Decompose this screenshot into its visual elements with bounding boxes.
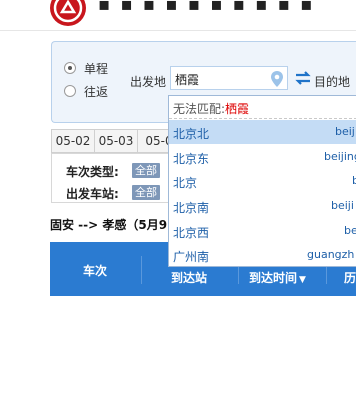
suggestion-item[interactable]: 北京 b xyxy=(169,169,356,193)
trip-roundtrip-label[interactable]: 往返 xyxy=(84,83,108,100)
date-tab[interactable]: 05-03 xyxy=(94,129,138,153)
suggestion-pinyin: be xyxy=(344,224,356,237)
date-tab[interactable]: 05-02 xyxy=(51,129,95,153)
to-station-label: 目的地 xyxy=(314,75,351,89)
sort-down-icon[interactable]: ▼ xyxy=(299,275,306,285)
dropdown-divider xyxy=(169,118,356,119)
suggestion-pinyin: b xyxy=(352,174,356,187)
suggestion-item[interactable]: 广州南 guangzh xyxy=(169,243,356,266)
suggestion-name: 北京西 xyxy=(173,226,210,240)
no-match-prefix: 无法匹配: xyxy=(173,102,226,116)
col-arrive-station[interactable]: 到达站 xyxy=(171,269,207,286)
no-match-keyword: 栖霞 xyxy=(225,102,250,116)
suggestion-pinyin: beijing xyxy=(324,150,356,163)
no-match-message: 无法匹配:栖霞 xyxy=(173,100,249,117)
suggestion-pinyin: beiji xyxy=(331,199,354,212)
swap-stations-icon[interactable] xyxy=(294,70,312,86)
suggestion-pinyin: guangzh xyxy=(307,248,355,261)
col-train-number[interactable]: 车次 xyxy=(83,262,107,279)
suggestion-item[interactable]: 北京东 beijing xyxy=(169,145,356,169)
suggestion-item[interactable]: 北京北 beij xyxy=(169,120,356,144)
header-title-partial: ▪ ▪ ▪ ▪ ▪ ▪ ▪ ▪ ▪ ▪ xyxy=(98,0,315,15)
suggestion-item[interactable]: 北京南 beiji xyxy=(169,194,356,218)
train-type-all-tag[interactable]: 全部 xyxy=(132,163,160,178)
suggestion-name: 北京 xyxy=(173,176,198,190)
train-type-label: 车次类型: xyxy=(66,165,119,179)
top-header: ▪ ▪ ▪ ▪ ▪ ▪ ▪ ▪ ▪ ▪ xyxy=(0,0,356,31)
from-station-label: 出发地 xyxy=(130,75,167,89)
col-arrive-time[interactable]: 到达时间 ▼ xyxy=(249,269,306,286)
trip-oneway-radio[interactable] xyxy=(64,62,76,74)
departure-station-all-tag[interactable]: 全部 xyxy=(132,185,160,200)
suggestion-pinyin: beij xyxy=(335,125,355,138)
location-pin-icon[interactable] xyxy=(270,70,284,88)
trip-roundtrip-radio[interactable] xyxy=(64,85,76,97)
railway-logo-icon xyxy=(50,0,86,26)
suggestion-name: 北京北 xyxy=(173,127,210,141)
from-station-value: 栖霞 xyxy=(175,73,200,87)
suggestion-name: 北京南 xyxy=(173,201,210,215)
suggestion-name: 北京东 xyxy=(173,152,210,166)
route-summary: 固安 --> 孝感（5月9 xyxy=(50,218,168,232)
suggestion-name: 广州南 xyxy=(173,250,210,264)
col-arrive-time-label: 到达时间 xyxy=(249,271,298,285)
column-divider xyxy=(141,256,142,284)
station-suggestion-dropdown: 无法匹配:栖霞 北京北 beij 北京东 beijing 北京 b 北京南 be… xyxy=(168,95,356,267)
from-station-input[interactable]: 栖霞 xyxy=(170,66,288,90)
suggestion-item[interactable]: 北京西 be xyxy=(169,219,356,243)
departure-station-label: 出发车站: xyxy=(66,187,119,201)
col-duration-partial[interactable]: 历 xyxy=(344,269,356,286)
trip-oneway-label[interactable]: 单程 xyxy=(84,60,108,77)
